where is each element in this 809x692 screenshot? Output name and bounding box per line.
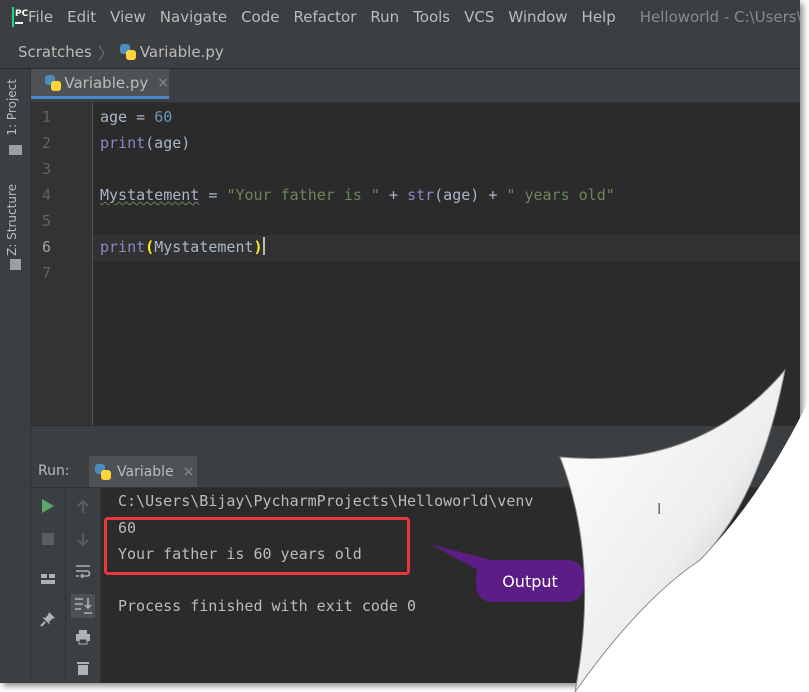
line-number: 5 — [41, 212, 51, 230]
python-icon — [95, 463, 111, 480]
breadcrumb-chevron-icon: 〉 — [97, 43, 114, 63]
stop-icon[interactable] — [42, 533, 54, 545]
structure-tool-tab[interactable]: Z: Structure — [5, 184, 19, 256]
menu-refactor[interactable]: Refactor — [293, 8, 356, 26]
line-number: 6 — [41, 238, 51, 256]
panel-splitter[interactable] — [31, 425, 800, 456]
menu-code[interactable]: Code — [241, 8, 279, 26]
line-number-gutter: 1 2 3 4 5 6 7 — [31, 103, 93, 425]
run-toolbar — [31, 488, 66, 683]
line-number: 3 — [41, 160, 51, 178]
pycharm-logo-icon: PC — [12, 6, 28, 27]
run-tab-variable[interactable]: Variable × — [89, 456, 197, 487]
arrow-up-icon[interactable] — [75, 499, 91, 515]
menu-view[interactable]: View — [110, 8, 146, 26]
breadcrumb-variable-py[interactable]: Variable.py — [119, 42, 224, 61]
code-line-1: age = 60 — [100, 108, 173, 126]
console-line: C:\Users\Bijay\PycharmProjects\Helloworl… — [118, 492, 534, 510]
close-icon[interactable]: × — [183, 464, 195, 480]
code-line-4: Mystatement = "Your father is " + str(ag… — [100, 186, 615, 204]
breadcrumb-file-label: Variable.py — [139, 42, 224, 61]
run-panel-header: Run: Variable × — [31, 456, 800, 488]
line-number: 2 — [41, 134, 51, 152]
python-file-icon — [45, 74, 61, 91]
menu-bar: PC File Edit View Navigate Code Refactor… — [0, 0, 800, 33]
run-toolbar-secondary — [66, 488, 101, 683]
menu-file[interactable]: File — [28, 8, 53, 26]
tab-variable-py[interactable]: Variable.py × — [31, 69, 169, 99]
soft-wrap-icon[interactable] — [75, 563, 91, 579]
line-number: 1 — [41, 108, 51, 126]
rerun-play-icon[interactable] — [42, 499, 54, 513]
folder-icon — [9, 145, 22, 155]
line-number: 4 — [41, 186, 51, 204]
code-line-6: print(Mystatement) — [100, 237, 265, 256]
close-icon[interactable]: × — [157, 75, 169, 91]
trash-icon[interactable] — [75, 660, 91, 676]
ide-window: PC File Edit View Navigate Code Refactor… — [0, 0, 800, 683]
menu-window[interactable]: Window — [508, 8, 567, 26]
layout-icon[interactable] — [40, 571, 56, 587]
code-editor[interactable]: 1 2 3 4 5 6 7 age = 60 print(age) Mystat… — [31, 103, 800, 425]
breadcrumb: Scratches 〉 Variable.py — [0, 35, 800, 69]
menu-tools[interactable]: Tools — [413, 8, 450, 26]
text-caret — [262, 237, 265, 255]
menu-help[interactable]: Help — [582, 8, 616, 26]
pin-icon[interactable] — [40, 611, 56, 627]
print-icon[interactable] — [75, 629, 91, 645]
menu-navigate[interactable]: Navigate — [160, 8, 227, 26]
menu-run[interactable]: Run — [370, 8, 399, 26]
output-highlight-box — [104, 517, 410, 575]
python-file-icon — [119, 43, 136, 60]
window-title: Helloworld - C:\Users\ — [639, 7, 800, 26]
left-tool-strip: 1: Project Z: Structure — [0, 69, 31, 683]
project-tool-tab[interactable]: 1: Project — [5, 79, 19, 136]
scroll-to-end-icon[interactable] — [71, 594, 95, 618]
tab-label: Variable.py — [64, 73, 149, 92]
console-line: Process finished with exit code 0 — [118, 597, 417, 615]
menu-vcs[interactable]: VCS — [464, 8, 494, 26]
output-callout: Output — [476, 560, 584, 602]
mouse-cursor-icon: I — [657, 500, 662, 518]
breadcrumb-scratches[interactable]: Scratches — [18, 43, 92, 61]
editor-tab-bar: Variable.py × — [31, 69, 800, 103]
code-line-2: print(age) — [100, 134, 191, 152]
menu-edit[interactable]: Edit — [67, 8, 96, 26]
run-tab-label: Variable — [117, 463, 174, 480]
arrow-down-icon[interactable] — [75, 531, 91, 547]
run-label: Run: — [38, 463, 70, 479]
line-number: 7 — [41, 264, 51, 282]
structure-icon — [10, 259, 21, 270]
